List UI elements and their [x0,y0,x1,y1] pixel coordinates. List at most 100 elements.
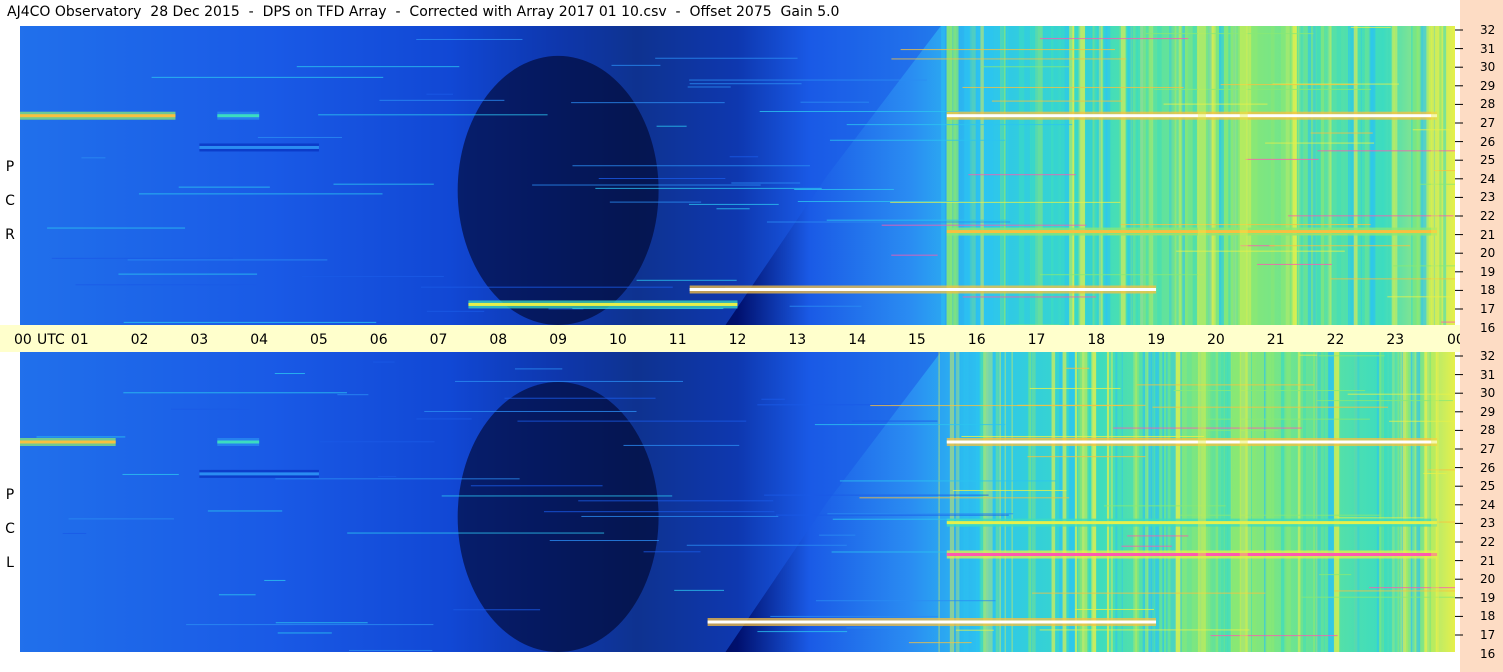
noise-line [1393,265,1455,267]
rcp-freq-label-27: 27 [1480,116,1496,130]
noise-line [301,275,444,277]
feature-band-3 [946,440,1438,444]
feature-band-2 [199,472,319,476]
feature-band-1 [217,114,260,118]
noise-line [609,201,702,203]
noise-line [426,93,454,95]
noise-line [138,193,383,195]
vertical-stripe [1110,352,1113,652]
vertical-stripe [1001,26,1005,325]
noise-line [424,410,637,412]
noise-line [47,227,186,229]
noise-line [891,254,938,256]
noise-line [908,642,972,644]
time-label-12: 12 [728,332,747,348]
vertical-stripe [1092,26,1095,325]
noise-line [127,259,328,261]
noise-line [1136,384,1315,386]
noise-line [123,392,347,394]
noise-line [1337,517,1424,519]
noise-line [274,373,305,375]
feature-band-5 [946,553,1438,556]
noise-line [75,284,257,286]
vertical-stripe [1035,26,1039,325]
time-label-19: 19 [1147,332,1166,348]
vertical-stripe [1175,352,1181,652]
noise-line [333,183,434,185]
time-label-20: 20 [1207,332,1225,348]
vertical-stripe [1085,26,1091,325]
vertical-stripe [1105,26,1111,325]
noise-line [349,649,433,651]
noise-line [827,513,1014,515]
vertical-stripe [1297,352,1301,652]
rcp-letter-1: P [5,159,15,175]
noise-line [759,111,966,113]
vertical-stripe [1166,352,1168,652]
noise-line [572,165,810,167]
bright-column-2 [1431,352,1440,652]
noise-line [1029,387,1121,389]
lcp-freq-label-29: 29 [1480,404,1496,419]
noise-line [441,495,673,497]
noise-line [1039,38,1189,40]
lcp-spectrogram-svg [20,352,1455,652]
noise-line [318,114,548,116]
vertical-stripe [1420,26,1427,325]
time-label-start: 00 [14,332,32,348]
vertical-stripe [1029,26,1032,325]
noise-line [890,201,1121,203]
noise-line [731,182,801,184]
noise-line [962,296,1097,298]
noise-line [729,156,759,158]
vertical-stripe [1234,26,1238,325]
utc-label: UTC [37,332,65,348]
vertical-stripe [1307,26,1312,325]
noise-line [517,420,747,422]
vertical-stripe [1292,26,1297,325]
rcp-freq-label-17: 17 [1480,302,1496,316]
vertical-stripe [1354,352,1360,652]
vertical-stripe [1037,26,1043,325]
lcp-frequency-ticks [1455,355,1463,636]
noise-line [543,511,775,513]
noise-line [1074,608,1155,610]
vertical-stripe [1266,352,1272,652]
vertical-stripe [1228,26,1231,325]
noise-line [571,102,725,104]
noise-line [207,510,283,512]
noise-line [218,594,256,596]
noise-line [636,279,737,281]
vertical-stripe [1348,26,1353,325]
time-label-16: 16 [967,332,986,348]
noise-line [275,478,520,480]
vertical-stripe [1191,352,1196,652]
noise-line [656,125,687,127]
vertical-stripe [1210,352,1216,652]
vertical-stripe [1077,352,1082,652]
noise-line [962,86,1184,88]
noise-line [504,397,656,399]
bright-column-2 [1431,26,1440,325]
vertical-stripe [1405,352,1410,652]
rcp-freq-label-32: 32 [1480,23,1496,37]
vertical-stripe [1185,26,1189,325]
vertical-stripe [1280,352,1285,652]
vertical-stripe [1232,352,1239,652]
noise-line [549,540,659,542]
vertical-stripe [964,26,971,325]
noise-line [1065,367,1090,369]
noise-line [1265,142,1375,144]
vertical-stripe [999,352,1001,652]
vertical-stripe [1028,352,1030,652]
noise-line [819,534,856,536]
noise-line [655,57,798,59]
rcp-freq-label-23: 23 [1480,190,1496,205]
rcp-letter-2: C [5,193,15,209]
vertical-stripe [1031,352,1036,652]
vertical-stripe [1270,26,1275,325]
lcp-freq-label-20: 20 [1480,572,1496,587]
noise-line [1269,245,1410,247]
vertical-stripe [988,26,994,325]
bright-column-1 [1239,26,1248,325]
